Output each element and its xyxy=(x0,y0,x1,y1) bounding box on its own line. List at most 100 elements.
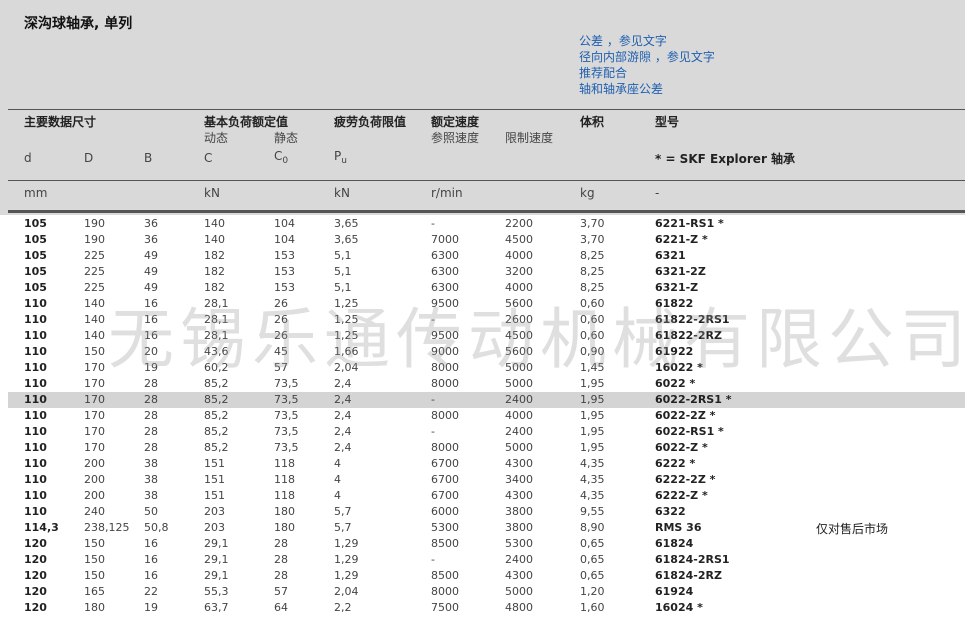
page-title: 深沟球轴承, 单列 xyxy=(24,16,133,32)
cell-lim: 3400 xyxy=(505,473,533,486)
cell-pu: 1,29 xyxy=(334,537,359,550)
link-tolerances[interactable]: 公差 ，参见文字 xyxy=(579,33,715,49)
cell-c0: 73,5 xyxy=(274,377,299,390)
cell-c: 29,1 xyxy=(204,553,229,566)
cell-d: 110 xyxy=(24,409,47,422)
table-row[interactable]: 110 200 38 151 118 4 6700 3400 4,35 6222-2Z * xyxy=(8,472,965,488)
table-row[interactable]: 105 190 36 140 104 3,65 - 2200 3,70 6221-RS1 * xyxy=(8,216,965,232)
table-row[interactable]: 110 150 20 43,6 45 1,66 9000 5600 0,90 61922 xyxy=(8,344,965,360)
cell-ref: 6300 xyxy=(431,249,459,262)
col-header-designation: 型号 xyxy=(655,115,680,129)
cell-pu: 2,04 xyxy=(334,585,359,598)
cell-b: 19 xyxy=(144,601,158,614)
table-row[interactable]: 110 170 19 60,2 57 2,04 8000 5000 1,45 16022 * xyxy=(8,360,965,376)
cell-c: 151 xyxy=(204,489,225,502)
cell-d: 140 xyxy=(84,313,105,326)
cell-d: 110 xyxy=(24,425,47,438)
cell-d: 110 xyxy=(24,377,47,390)
cell-c: 151 xyxy=(204,457,225,470)
explorer-note: * = SKF Explorer 轴承 xyxy=(655,152,796,166)
cell-ref: 8000 xyxy=(431,377,459,390)
cell-d: 170 xyxy=(84,361,105,374)
cell-lim: 4500 xyxy=(505,233,533,246)
cell-pu: 1,25 xyxy=(334,297,359,310)
table-row[interactable]: 105 225 49 182 153 5,1 6300 3200 8,25 6321-2Z xyxy=(8,264,965,280)
table-row[interactable]: 110 200 38 151 118 4 6700 4300 4,35 6222-Z * xyxy=(8,488,965,504)
cell-pu: 3,65 xyxy=(334,233,359,246)
cell-d: 170 xyxy=(84,393,105,406)
cell-model: 6221-Z * xyxy=(655,233,708,246)
cell-ref: 8500 xyxy=(431,537,459,550)
table-row[interactable]: 110 240 50 203 180 5,7 6000 3800 9,55 6322 xyxy=(8,504,965,520)
cell-c: 28,1 xyxy=(204,329,229,342)
cell-model: 61824-2RS1 xyxy=(655,553,730,566)
cell-lim: 4300 xyxy=(505,489,533,502)
cell-c0: 45 xyxy=(274,345,288,358)
cell-d: 110 xyxy=(24,489,47,502)
unit-dash: - xyxy=(655,186,660,200)
cell-mass: 0,60 xyxy=(580,329,605,342)
cell-mass: 0,90 xyxy=(580,345,605,358)
cell-lim: 3800 xyxy=(505,505,533,518)
cell-d: 180 xyxy=(84,601,105,614)
table-row[interactable]: 120 150 16 29,1 28 1,29 8500 5300 0,65 61824 xyxy=(8,536,965,552)
cell-d: 110 xyxy=(24,441,47,454)
table-row[interactable]: 110 140 16 28,1 26 1,25 9500 4500 0,60 61822-2RZ xyxy=(8,328,965,344)
cell-b: 38 xyxy=(144,457,158,470)
cell-c0: 57 xyxy=(274,585,288,598)
cell-lim: 4500 xyxy=(505,329,533,342)
cell-c: 140 xyxy=(204,233,225,246)
cell-d: 110 xyxy=(24,329,47,342)
cell-ref: - xyxy=(431,553,435,566)
cell-lim: 5000 xyxy=(505,585,533,598)
cell-mass: 1,95 xyxy=(580,393,605,406)
cell-b: 20 xyxy=(144,345,158,358)
cell-lim: 4000 xyxy=(505,281,533,294)
link-radial-clearance[interactable]: 径向内部游隙 ，参见文字 xyxy=(579,49,715,65)
link-shaft-housing-tolerances[interactable]: 轴和轴承座公差 xyxy=(579,81,715,97)
cell-pu: 2,4 xyxy=(334,409,352,422)
table-row[interactable]: 110 170 28 85,2 73,5 2,4 8000 5000 1,95 6022-Z * xyxy=(8,440,965,456)
cell-mass: 8,25 xyxy=(580,265,605,278)
link-recommended-fits[interactable]: 推荐配合 xyxy=(579,65,715,81)
cell-pu: 1,66 xyxy=(334,345,359,358)
cell-lim: 3200 xyxy=(505,265,533,278)
bearing-table: 105 190 36 140 104 3,65-2200 3,70 6221-RS1 * 105… xyxy=(8,216,965,616)
cell-d: 110 xyxy=(24,457,47,470)
table-row[interactable]: 110 140 16 28,1 26 1,25 - 2600 0,60 61822-2RS1 xyxy=(8,312,965,328)
cell-pu: 2,4 xyxy=(334,425,352,438)
table-row[interactable]: 110 170 28 85,2 73,5 2,4 8000 5000 1,95 6022 * xyxy=(8,376,965,392)
table-row[interactable]: 110 200 38 151 118 4 6700 4300 4,35 6222 * xyxy=(8,456,965,472)
cell-d: 105 xyxy=(24,249,47,262)
table-row[interactable]: 120 165 22 55,3 57 2,04 8000 5000 1,20 61924 xyxy=(8,584,965,600)
unit-kg: kg xyxy=(580,186,595,200)
cell-model: 61822 xyxy=(655,297,694,310)
table-row[interactable]: 105 225 49 182 153 5,1 6300 4000 8,25 6321-Z xyxy=(8,280,965,296)
table-row[interactable]: 110 170 28 85,2 73,5 2,4 8000 4000 1,95 6022-2Z * xyxy=(8,408,965,424)
col-header-mass: 体积 xyxy=(580,115,605,129)
table-row[interactable]: 105 225 49 182 153 5,1 6300 4000 8,25 6321 xyxy=(8,248,965,264)
cell-b: 16 xyxy=(144,313,158,326)
cell-mass: 0,65 xyxy=(580,537,605,550)
table-row[interactable]: 120 150 16 29,1 28 1,29 8500 4300 0,65 61824-2RZ xyxy=(8,568,965,584)
cell-model: 6022-Z * xyxy=(655,441,708,454)
cell-c: 63,7 xyxy=(204,601,229,614)
cell-ref: 8000 xyxy=(431,441,459,454)
cell-ref: - xyxy=(431,313,435,326)
reference-links: 公差 ，参见文字 径向内部游隙 ，参见文字 推荐配合 轴和轴承座公差 xyxy=(579,33,715,97)
cell-ref: 7000 xyxy=(431,233,459,246)
cell-mass: 3,70 xyxy=(580,233,605,246)
cell-model: 16022 * xyxy=(655,361,703,374)
cell-model: 6322 xyxy=(655,505,686,518)
cell-model: 6321-Z xyxy=(655,281,699,294)
table-row[interactable]: 110 170 28 85,2 73,5 2,4 - 2400 1,95 6022-2RS1 * xyxy=(8,392,965,408)
table-row[interactable]: 110 170 28 85,2 73,5 2,4 - 2400 1,95 6022-RS1 * xyxy=(8,424,965,440)
table-row[interactable]: 105 190 36 140 104 3,65 7000 4500 3,70 6221-Z * xyxy=(8,232,965,248)
table-row[interactable]: 120 180 19 63,7 64 2,2 7500 4800 1,60 16024 * xyxy=(8,600,965,616)
cell-c0: 104 xyxy=(274,217,295,230)
table-row[interactable]: 110 140 16 28,1 26 1,25 9500 5600 0,60 61822 xyxy=(8,296,965,312)
cell-pu: 2,04 xyxy=(334,361,359,374)
cell-pu: 4 xyxy=(334,457,341,470)
cell-c: 182 xyxy=(204,249,225,262)
table-row[interactable]: 120 150 16 29,1 28 1,29 - 2400 0,65 61824-2RS1 xyxy=(8,552,965,568)
